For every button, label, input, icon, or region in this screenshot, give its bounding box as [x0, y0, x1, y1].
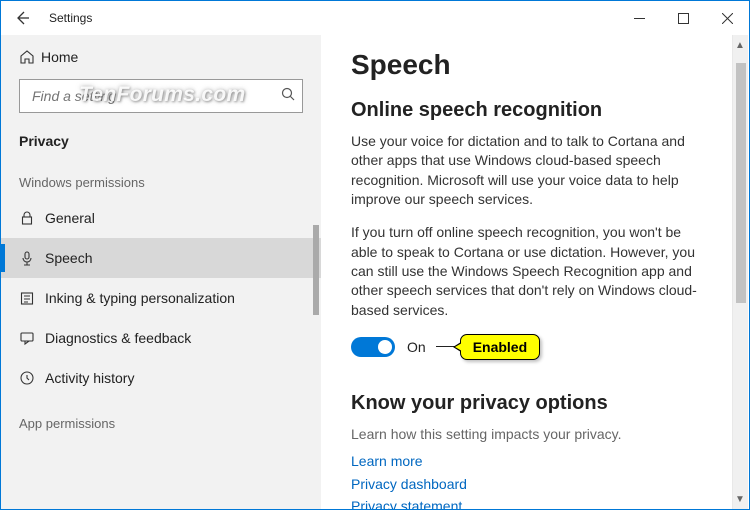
sidebar-home-label: Home: [41, 49, 78, 65]
sidebar-category: Privacy: [1, 123, 321, 155]
lock-icon: [19, 210, 45, 226]
search-input-box[interactable]: [19, 79, 303, 113]
titlebar: Settings: [1, 1, 749, 35]
sidebar-scrollbar[interactable]: [313, 225, 319, 315]
section-body-1: Use your voice for dictation and to talk…: [351, 132, 725, 209]
sidebar-item-label: Activity history: [45, 370, 134, 386]
search-input[interactable]: [30, 87, 280, 105]
scroll-down-arrow[interactable]: ▼: [732, 491, 748, 507]
main-panel: Speech Online speech recognition Use you…: [321, 35, 749, 509]
section-heading-privacy-options: Know your privacy options: [351, 392, 725, 415]
link-learn-more[interactable]: Learn more: [351, 450, 725, 472]
toggle-row: On Enabled: [351, 334, 725, 360]
window-controls: [617, 1, 749, 35]
main-scrollbar-thumb[interactable]: [736, 63, 746, 303]
page-title: Speech: [351, 49, 725, 81]
scroll-up-arrow[interactable]: ▲: [732, 37, 748, 53]
close-button[interactable]: [705, 1, 749, 35]
toggle-state-label: On: [407, 339, 426, 355]
window-title: Settings: [49, 11, 92, 25]
sidebar-section-cutoff: App permissions: [1, 398, 321, 431]
search-icon: [280, 86, 296, 107]
section-privacy-desc: Learn how this setting impacts your priv…: [351, 425, 725, 444]
sidebar-item-speech[interactable]: Speech: [1, 238, 321, 278]
sidebar-item-label: Inking & typing personalization: [45, 290, 235, 306]
sidebar-item-label: Diagnostics & feedback: [45, 330, 191, 346]
sidebar-item-label: General: [45, 210, 95, 226]
callout-bubble: Enabled: [460, 334, 540, 360]
link-privacy-dashboard[interactable]: Privacy dashboard: [351, 473, 725, 495]
microphone-icon: [19, 250, 45, 266]
link-privacy-statement[interactable]: Privacy statement: [351, 495, 725, 509]
sidebar-item-general[interactable]: General: [1, 198, 321, 238]
online-speech-toggle[interactable]: [351, 337, 395, 357]
home-icon: [19, 49, 41, 65]
inking-icon: [19, 290, 45, 306]
minimize-button[interactable]: [617, 1, 661, 35]
sidebar-home[interactable]: Home: [1, 39, 321, 75]
sidebar-section-heading: Windows permissions: [1, 155, 321, 198]
back-button[interactable]: [1, 1, 43, 35]
sidebar-item-label: Speech: [45, 250, 92, 266]
history-icon: [19, 370, 45, 386]
maximize-button[interactable]: [661, 1, 705, 35]
sidebar-item-activity[interactable]: Activity history: [1, 358, 321, 398]
annotation-callout: Enabled: [436, 334, 540, 360]
content-area: TenForums.com Home Privacy Windows permi…: [1, 35, 749, 509]
sidebar-item-diagnostics[interactable]: Diagnostics & feedback: [1, 318, 321, 358]
section-body-2: If you turn off online speech recognitio…: [351, 223, 725, 320]
section-heading-online-speech: Online speech recognition: [351, 99, 725, 122]
sidebar-item-inking[interactable]: Inking & typing personalization: [1, 278, 321, 318]
feedback-icon: [19, 330, 45, 346]
sidebar: TenForums.com Home Privacy Windows permi…: [1, 35, 321, 509]
